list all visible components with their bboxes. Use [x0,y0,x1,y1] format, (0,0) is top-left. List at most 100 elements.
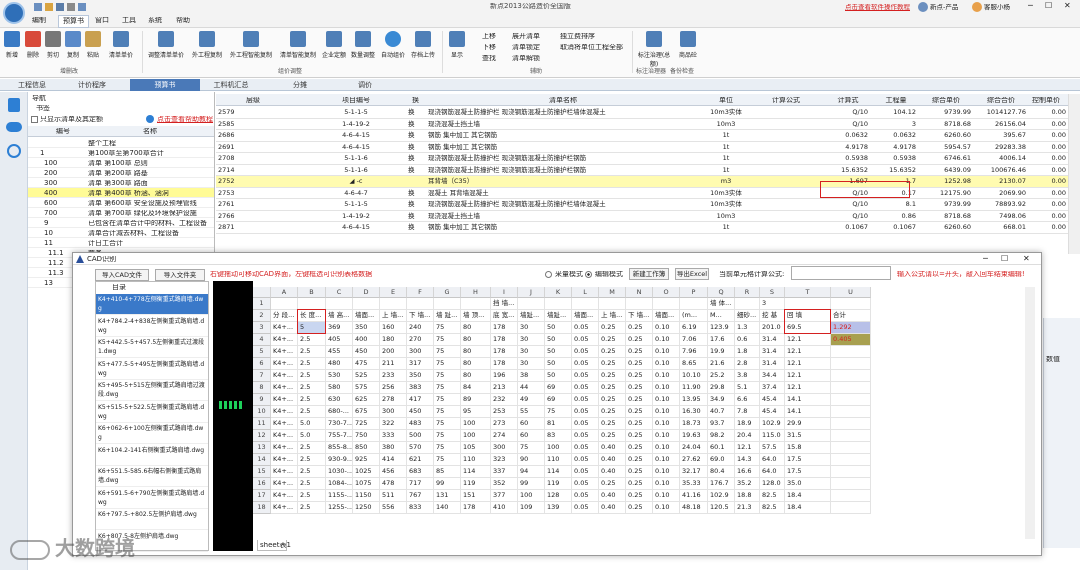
sheet-col-header[interactable]: K [545,287,572,298]
sheet-cell[interactable]: 100 [461,418,491,430]
nav-tree-row[interactable]: 整个工程 [28,138,214,148]
sheet-cell[interactable]: 483 [407,418,434,430]
sheet-cell[interactable]: 1025 [353,466,380,478]
sheet-cell[interactable]: 0.05 [572,394,599,406]
sheet-cell[interactable]: 850 [353,442,380,454]
sheet-cell[interactable]: 274 [491,430,518,442]
sheet-cell[interactable]: 50 [545,370,572,382]
sheet-cell[interactable]: 50 [545,358,572,370]
sheet-cell[interactable]: 405 [326,334,353,346]
sheet-cell[interactable]: 0.40 [599,490,626,502]
sheet-cell[interactable]: 178 [491,358,518,370]
sheet-cell[interactable]: 2.5 [298,442,326,454]
sheet-col-header[interactable]: H [461,287,491,298]
sheet-cell[interactable]: 14.1 [785,394,831,406]
move-up-button[interactable]: 上移 [482,33,496,40]
tutorial-link[interactable]: 点击查看软件操作教程 [845,4,910,11]
find-button[interactable]: 查找 [482,55,496,62]
sheet-cell[interactable]: 240 [407,322,434,334]
sheet-cell[interactable]: 13.95 [680,394,708,406]
move-down-button[interactable]: 下移 [482,44,496,51]
sheet-cell[interactable]: 5.0 [298,418,326,430]
sheet-cell[interactable]: 85 [434,466,461,478]
sheet-cell[interactable]: 75 [434,370,461,382]
sheet-row-header[interactable]: 4 [253,334,271,346]
sheet-cell[interactable]: 109 [518,502,545,514]
sheet-cell[interactable]: 20.4 [735,430,760,442]
sheet-tab[interactable]: sheet表1 [257,540,291,551]
sheet-cell[interactable]: 580 [326,382,353,394]
sheet-cell[interactable]: 50 [545,334,572,346]
sheet-cell[interactable]: 0.05 [572,454,599,466]
sheet-cell[interactable]: 30 [518,322,545,334]
cad-minimize-button[interactable]: ─ [983,255,988,263]
sampling-mode-radio[interactable] [545,271,552,278]
sheet-cell[interactable]: 273 [491,418,518,430]
sheet-cell[interactable]: K4+... [271,406,298,418]
sheet-col-header[interactable]: I [491,287,518,298]
sheet-cell[interactable]: 1150 [353,490,380,502]
menu-item-help[interactable]: 帮助 [176,17,190,24]
sheet-cell[interactable]: 21.3 [735,502,760,514]
sheet-cell[interactable]: 100 [518,490,545,502]
sheet-cell[interactable]: 2.5 [298,490,326,502]
sheet-cell[interactable]: 0.10 [653,406,680,418]
sheet-cell[interactable]: 19.63 [680,430,708,442]
sheet-cell[interactable]: 0.6 [735,334,760,346]
sheet-cell[interactable]: 75 [434,358,461,370]
sheet-cell[interactable]: 337 [491,466,518,478]
sheet-cell[interactable] [735,298,760,310]
sheet-cell[interactable]: 1.292 [831,322,871,334]
sheet-cell[interactable]: 18.8 [735,490,760,502]
sheet-cell[interactable]: 82.5 [760,490,785,502]
sheet-cell[interactable]: 12.1 [735,442,760,454]
sheet-cell[interactable]: 0.05 [572,502,599,514]
expand-bill-button[interactable]: 展开清单 [512,33,540,40]
sheet-col-header[interactable]: P [680,287,708,298]
sheet-cell[interactable]: 110 [545,454,572,466]
sheet-cell[interactable]: 35.2 [735,478,760,490]
sheet-cell[interactable]: 0.25 [626,502,653,514]
sheet-cell[interactable]: 64.0 [760,466,785,478]
sheet-cell[interactable]: 0.10 [653,466,680,478]
sheet-col-header[interactable]: D [353,287,380,298]
tab-budget[interactable]: 预算书 [130,79,200,91]
cad-file-item[interactable]: K4+410-4+778左侧衡重式路肩墙.dwg [96,294,208,315]
sheet-cell[interactable] [326,298,353,310]
sheet-cell[interactable]: 29.9 [785,418,831,430]
cancel-unit-button[interactable]: 取消将单位工程全部 [560,44,623,51]
sheet-cell[interactable]: 35.33 [680,478,708,490]
cad-preview-canvas[interactable] [213,281,253,551]
sheet-cell[interactable]: 48.18 [680,502,708,514]
tab-pricing-program[interactable]: 计价程序 [70,79,114,91]
sheet-cell[interactable]: 456 [380,466,407,478]
sheet-cell[interactable]: 30 [518,346,545,358]
sheet-cell[interactable]: 0.25 [626,346,653,358]
sheet-cell[interactable]: 0.25 [626,442,653,454]
nav-tree-row[interactable]: 100 清单 第100章 总则 [28,158,214,168]
sheet-cell[interactable]: 0.05 [572,322,599,334]
sheet-cell[interactable]: 511 [380,490,407,502]
sheet-cell[interactable]: 下 墙... [407,310,434,322]
sheet-cell[interactable] [831,358,871,370]
sheet-cell[interactable]: 352 [491,478,518,490]
sheet-cell[interactable]: 墙 顶... [461,310,491,322]
sheet-cell[interactable]: 55 [518,406,545,418]
sheet-cell[interactable]: 410 [491,502,518,514]
tab-price-adjust[interactable]: 调价 [345,79,385,91]
sheet-row-header[interactable]: 3 [253,322,271,334]
sheet-cell[interactable]: 93.7 [708,418,735,430]
sheet-cell[interactable]: 75 [434,442,461,454]
sheet-col-header[interactable] [253,287,271,298]
budget-row[interactable]: 2714 5-1-1-6 换 现浇钢筋混凝土防撞护栏 现浇钢筋混凝土防撞护栏钢筋 1t 1… [216,164,1068,176]
sheet-cell[interactable] [380,298,407,310]
sheet-cell[interactable]: K4+... [271,346,298,358]
sheet-row-header[interactable]: 18 [253,502,271,514]
sheet-cell[interactable] [831,466,871,478]
sheet-cell[interactable]: 730-7... [326,418,353,430]
sheet-cell[interactable]: 201.0 [760,322,785,334]
cad-close-button[interactable]: ✕ [1023,255,1030,263]
sheet-cell[interactable]: 墙 高... [326,310,353,322]
sheet-cell[interactable]: 455 [326,346,353,358]
sheet-cell[interactable]: 0.25 [599,394,626,406]
